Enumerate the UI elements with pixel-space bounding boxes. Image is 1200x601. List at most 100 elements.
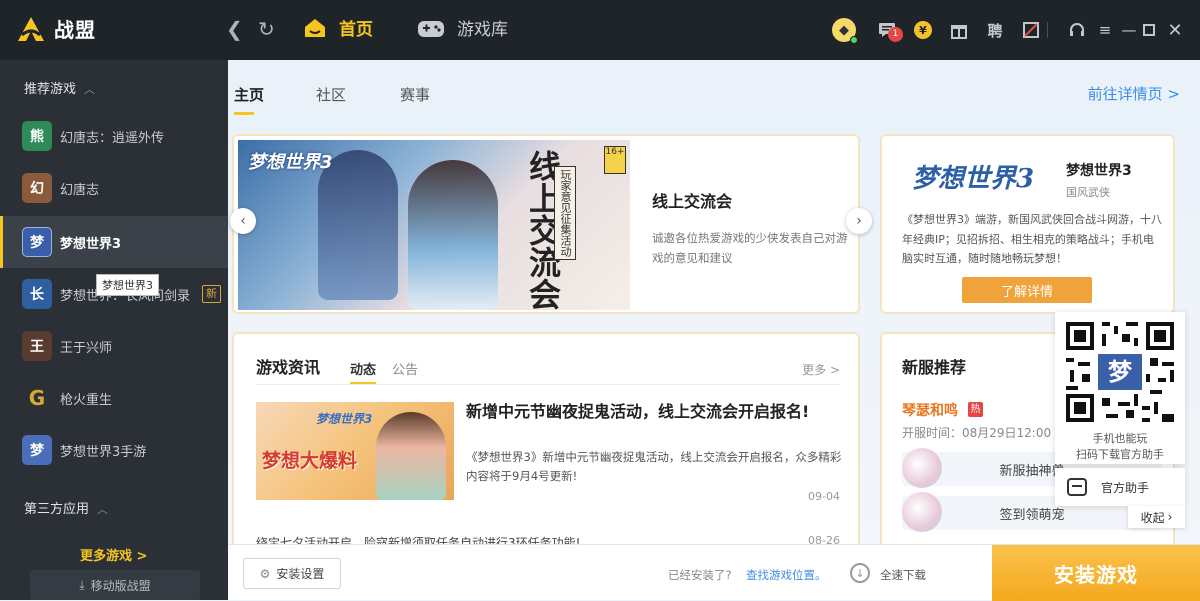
tab-community[interactable]: 社区 [316, 84, 346, 105]
game-name: 梦想世界3 [1066, 163, 1132, 179]
menu-icon[interactable]: ≡ [1094, 19, 1116, 41]
more-games-link[interactable]: 更多游戏 > [80, 545, 147, 564]
news-thumb-text: 梦想大爆料 [262, 450, 358, 472]
banner-card[interactable]: 梦想世界3 线上交流会 玩家意见征集活动 16+ 线上交流会 诚邀各位热爱游戏的… [230, 134, 872, 314]
changfeng-game-icon: 长 [22, 279, 52, 309]
nav-tab-library[interactable]: 游戏库 [417, 15, 508, 40]
sidebar-section-recommended-label: 推荐游戏 [24, 82, 77, 97]
banner-calligraphy: 线上交流会 [524, 150, 562, 310]
gift-icon[interactable] [948, 19, 970, 41]
sidebar-item-label: 梦想世界3 [60, 236, 122, 252]
sidebar-item-mengxiang3[interactable]: 梦 梦想世界3 [0, 216, 228, 268]
headset-icon[interactable] [1066, 19, 1088, 41]
download-speed-icon: ↓ [850, 563, 870, 583]
no-disturb-icon[interactable] [1020, 19, 1042, 41]
server-open-time: 开服时间：08月29日12:00 [902, 426, 1052, 440]
news-tab-announcements[interactable]: 公告 [392, 359, 418, 378]
sidebar-section-thirdparty[interactable]: 第三方应用 ︿ [24, 498, 108, 517]
qr-download-panel[interactable]: 梦 手机也能玩 扫码下载官方助手 [1055, 312, 1185, 464]
app-logo[interactable]: 战盟 [16, 14, 96, 43]
home-icon [305, 18, 325, 37]
mengxiang3-mobile-game-icon: 梦 [22, 435, 52, 465]
learn-more-button[interactable]: 了解详情 [962, 277, 1092, 303]
game-logo: 梦想世界3 [912, 163, 1035, 194]
maximize-icon[interactable] [1138, 19, 1160, 41]
official-helper-label: 官方助手 [1101, 480, 1150, 495]
refresh-icon[interactable]: ↻ [258, 18, 275, 40]
currency-icon[interactable]: ¥ [914, 21, 932, 39]
mobile-version-button[interactable]: ⤓ 移动版战盟 [30, 570, 200, 600]
carousel-prev-button[interactable]: ‹ [230, 208, 256, 234]
sidebar-item-label: 枪火重生 [60, 392, 113, 408]
tab-events[interactable]: 赛事 [400, 84, 430, 105]
news-summary: 《梦想世界3》新增中元节幽夜捉鬼活动，线上交流会开启报名，众多精彩内容将于9月4… [466, 450, 842, 483]
heroine-figure [408, 160, 498, 310]
settings-gear-icon: ⚙ [259, 566, 271, 581]
sidebar-section-thirdparty-label: 第三方应用 [24, 502, 90, 517]
server-section-title: 新服推荐 [902, 358, 967, 377]
recruit-icon[interactable]: 聘 [984, 19, 1006, 41]
qr-caption-line1: 手机也能玩 [1092, 432, 1148, 445]
collapse-button[interactable]: 收起 › [1128, 506, 1185, 528]
panda-game-icon: 熊 [22, 121, 52, 151]
chevron-up-icon: ︿ [84, 83, 96, 96]
news-section-title: 游戏资讯 [256, 358, 321, 377]
chevron-up-icon: ︿ [97, 503, 109, 516]
new-badge: 新 [202, 285, 222, 303]
mobile-version-label: 移动版战盟 [90, 578, 151, 593]
banner-title: 线上交流会 [652, 192, 733, 211]
bottom-action-bar: ⚙ 安装设置 已经安装了? 查找游戏位置。 ↓ 全速下载 安装游戏 [228, 544, 1200, 601]
tab-home[interactable]: 主页 [234, 84, 264, 115]
minimize-icon[interactable]: — [1118, 19, 1140, 41]
character-figure [376, 412, 446, 500]
game-description: 《梦想世界3》端游，新国风武侠回合战斗网游，十八年经典IP；见招拆招、相生相克的… [902, 213, 1162, 265]
qr-code-icon: 梦 [1062, 318, 1178, 426]
news-card: 游戏资讯 动态 公告 更多 > 梦想世界3 梦想大爆料 新增中元节幽夜捉鬼活动，… [232, 332, 860, 552]
beast-pet-icon [902, 448, 942, 488]
message-count-badge: 1 [888, 27, 903, 42]
sidebar-item-wangyuxingshi[interactable]: 王 王于兴师 [0, 320, 228, 372]
news-tab-updates[interactable]: 动态 [350, 359, 377, 384]
banner-subtitle: 玩家意见征集活动 [554, 166, 576, 260]
online-status-dot [850, 36, 858, 44]
wangyuxingshi-game-icon: 王 [22, 331, 52, 361]
message-icon[interactable]: 1 [876, 19, 903, 42]
news-headline[interactable]: 新增中元节幽夜捉鬼活动，线上交流会开启报名! [466, 400, 846, 424]
nav-tab-home[interactable]: 首页 [303, 15, 373, 40]
user-avatar[interactable]: ◆ [832, 18, 858, 44]
close-icon[interactable]: ✕ [1164, 19, 1186, 41]
mengxiang3-game-icon: 梦 [22, 227, 52, 257]
sidebar-item-qianghuochongsheng[interactable]: G 枪火重生 [0, 372, 228, 424]
app-title: 战盟 [54, 18, 96, 42]
game-genre: 国风武侠 [1066, 186, 1110, 199]
hot-badge: 热 [968, 402, 983, 417]
sidebar-item-mengxiang3-mobile[interactable]: 梦 梦想世界3手游 [0, 424, 228, 476]
carousel-next-button[interactable]: › [846, 208, 872, 234]
news-thumbnail[interactable]: 梦想世界3 梦想大爆料 [256, 402, 454, 500]
chevron-right-icon: › [1167, 510, 1173, 524]
sidebar-item-huantangzhi-xiaoyao[interactable]: 熊 幻唐志：逍遥外传 [0, 110, 228, 162]
collapse-label: 收起 [1140, 510, 1165, 525]
news-thumb-logo: 梦想世界3 [316, 412, 373, 426]
sidebar-item-label: 梦想世界3手游 [60, 444, 147, 460]
detail-page-link[interactable]: 前往详情页 > [1088, 83, 1180, 104]
install-settings-button[interactable]: ⚙ 安装设置 [243, 558, 341, 589]
server-name[interactable]: 琴瑟和鸣 [902, 400, 958, 420]
official-helper-button[interactable]: 官方助手 [1055, 468, 1185, 506]
sidebar: 推荐游戏 ︿ 熊 幻唐志：逍遥外传 幻 幻唐志 梦 梦想世界3 长 梦想世界：长风… [0, 60, 228, 600]
find-game-location-link[interactable]: 查找游戏位置。 [746, 567, 827, 583]
sidebar-item-label: 幻唐志：逍遥外传 [60, 130, 165, 146]
banner-image[interactable]: 梦想世界3 线上交流会 玩家意见征集活动 16+ [238, 140, 630, 310]
news-more-link[interactable]: 更多 > [802, 361, 840, 378]
nav-tab-library-label: 游戏库 [457, 20, 508, 40]
g-logo-game-icon: G [22, 383, 52, 413]
back-icon[interactable]: ❮ [226, 18, 243, 40]
qr-caption-line2: 扫码下载官方助手 [1076, 448, 1164, 461]
install-game-button[interactable]: 安装游戏 [992, 545, 1200, 601]
toolbar-divider [1047, 22, 1048, 38]
download-icon: ⤓ [79, 577, 85, 592]
sidebar-item-huantangzhi[interactable]: 幻 幻唐志 [0, 162, 228, 214]
banner-description: 诚邀各位热爱游戏的少侠发表自己对游戏的意见和建议 [652, 231, 848, 265]
sidebar-section-recommended[interactable]: 推荐游戏 ︿ [24, 78, 95, 97]
full-speed-download-toggle[interactable]: 全速下载 [880, 567, 926, 583]
